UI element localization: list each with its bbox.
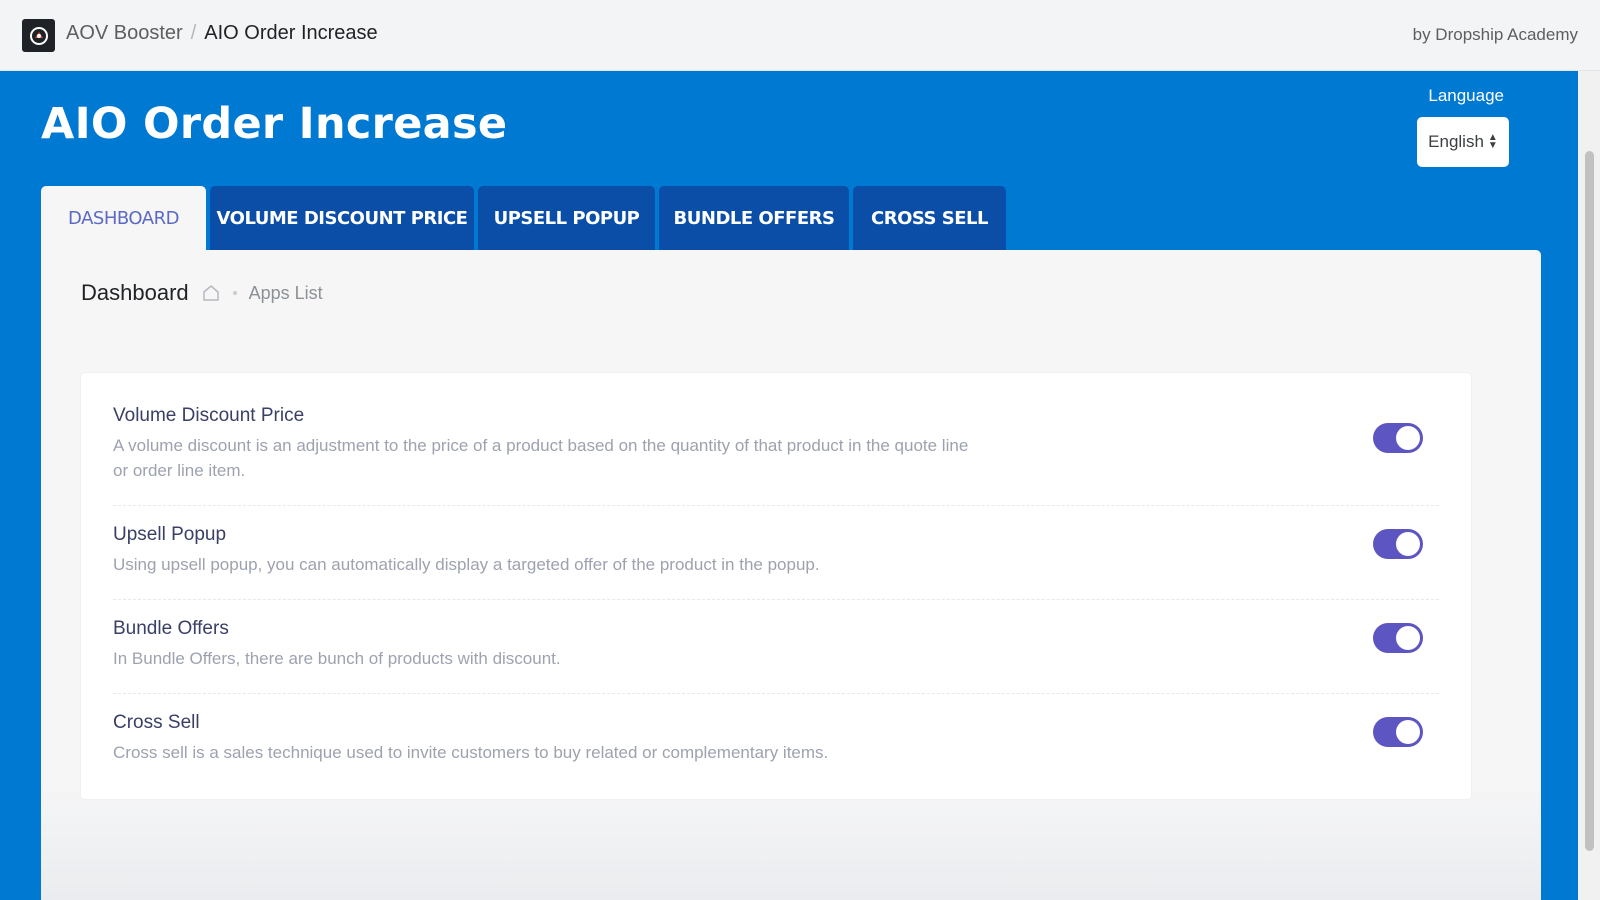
dashboard-panel: Dashboard Apps List Volume Discount Pric… <box>41 250 1541 900</box>
bundle-offers-toggle[interactable] <box>1373 623 1423 653</box>
language-label: Language <box>1428 86 1504 105</box>
toggle-knob <box>1396 720 1420 744</box>
tab-volume-discount-price[interactable]: VOLUME DISCOUNT PRICE <box>210 186 474 250</box>
apps-list-link[interactable]: Apps List <box>249 283 323 304</box>
app-title: Volume Discount Price <box>113 405 305 426</box>
breadcrumb-dot <box>232 291 237 295</box>
panel-title: Dashboard <box>81 280 189 305</box>
tab-bar: DASHBOARD VOLUME DISCOUNT PRICE UPSELL P… <box>41 186 1006 250</box>
breadcrumb-current: AIO Order Increase <box>204 22 378 44</box>
list-item: Cross Sell Cross sell is a sales techniq… <box>113 712 1439 765</box>
home-icon[interactable] <box>201 283 221 303</box>
list-item: Bundle Offers In Bundle Offers, there ar… <box>113 618 1439 671</box>
app-description: In Bundle Offers, there are bunch of pro… <box>113 649 561 668</box>
breadcrumb-separator: / <box>190 22 197 44</box>
apps-card: Volume Discount Price A volume discount … <box>81 373 1471 799</box>
list-item: Volume Discount Price A volume discount … <box>113 405 1439 483</box>
divider <box>113 693 1439 694</box>
breadcrumb-parent-link[interactable]: AOV Booster <box>66 22 183 45</box>
app-description: Cross sell is a sales technique used to … <box>113 743 829 762</box>
app-main: AIO Order Increase Language English ▲ ▼ D… <box>0 71 1578 900</box>
page-scrollbar[interactable] <box>1578 71 1600 900</box>
toggle-knob <box>1396 532 1420 556</box>
divider <box>113 505 1439 506</box>
select-arrows-icon: ▲ ▼ <box>1487 132 1498 151</box>
tab-bundle-offers[interactable]: BUNDLE OFFERS <box>659 186 849 250</box>
panel-header: Dashboard Apps List <box>81 280 323 306</box>
toggle-knob <box>1396 626 1420 650</box>
language-value: English <box>1428 132 1484 151</box>
tab-upsell-popup[interactable]: UPSELL POPUP <box>478 186 655 250</box>
app-logo-icon[interactable] <box>22 19 55 52</box>
toggle-knob <box>1396 426 1420 450</box>
tab-cross-sell[interactable]: CROSS SELL <box>853 186 1006 250</box>
cross-sell-toggle[interactable] <box>1373 717 1423 747</box>
developer-credit: by Dropship Academy <box>1412 25 1578 44</box>
tab-dashboard[interactable]: DASHBOARD <box>41 186 206 250</box>
divider <box>113 599 1439 600</box>
upsell-popup-toggle[interactable] <box>1373 529 1423 559</box>
list-item: Upsell Popup Using upsell popup, you can… <box>113 524 1439 577</box>
breadcrumb: AOV Booster / AIO Order Increase <box>66 22 378 45</box>
language-select[interactable]: English ▲ ▼ <box>1417 117 1509 167</box>
app-description: Using upsell popup, you can automaticall… <box>113 555 820 574</box>
app-title: Upsell Popup <box>113 524 227 545</box>
volume-discount-toggle[interactable] <box>1373 423 1423 453</box>
scrollbar-thumb[interactable] <box>1585 151 1594 851</box>
top-bar: AOV Booster / AIO Order Increase by Drop… <box>0 0 1600 71</box>
page-title: AIO Order Increase <box>41 99 508 149</box>
app-title: Bundle Offers <box>113 618 229 639</box>
app-title: Cross Sell <box>113 712 200 733</box>
app-description: A volume discount is an adjustment to th… <box>113 436 969 480</box>
